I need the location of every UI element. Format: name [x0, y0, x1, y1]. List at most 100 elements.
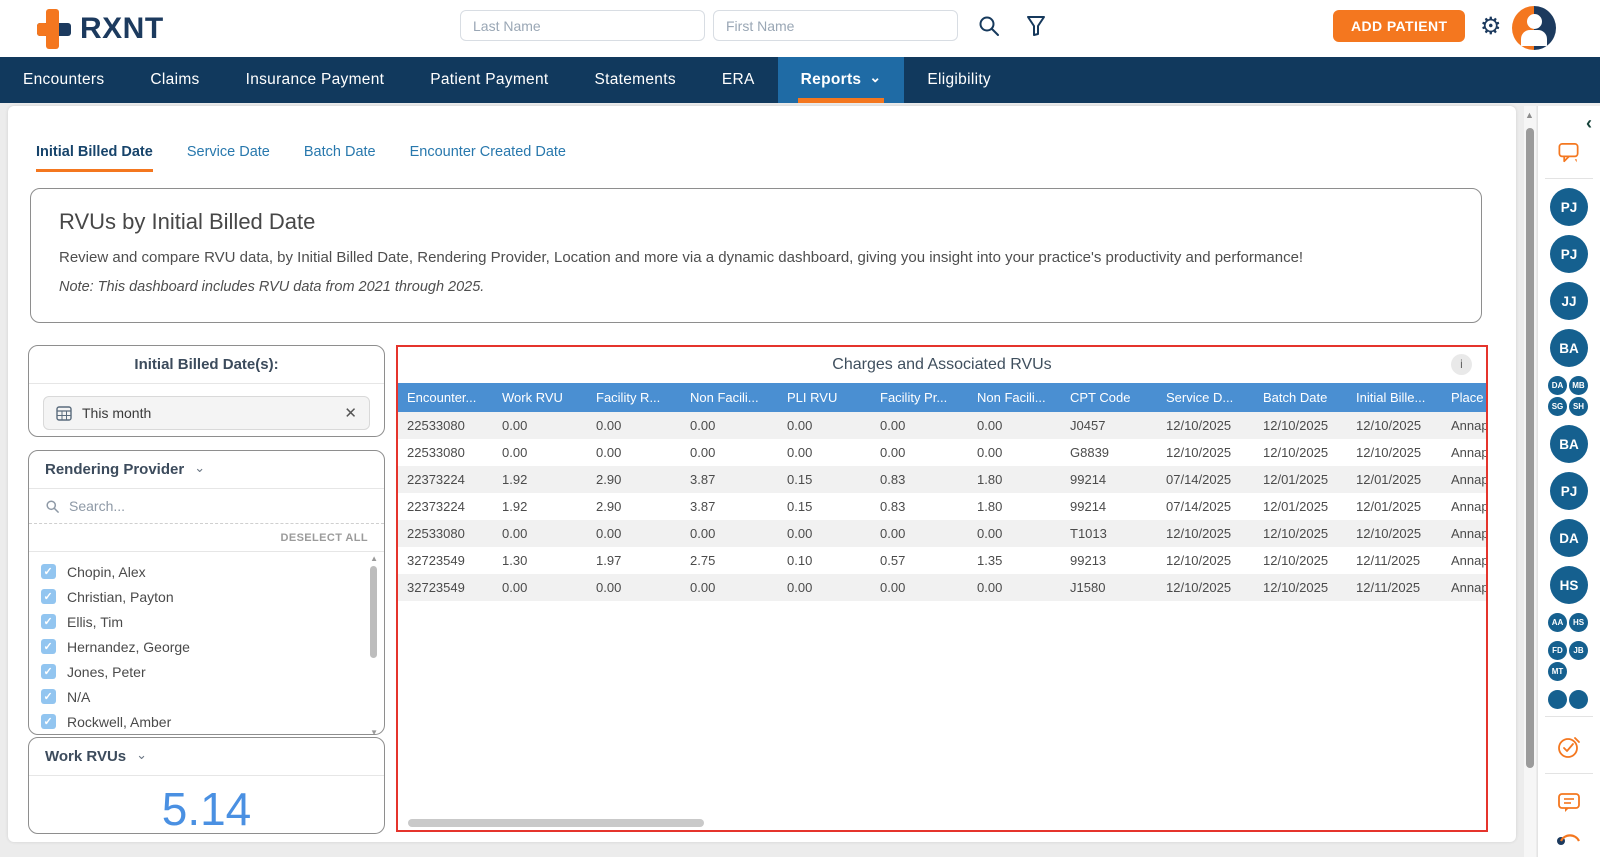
provider-list-item[interactable]: Hernandez, George [41, 634, 372, 659]
avatar[interactable]: BA [1550, 329, 1588, 367]
divider [1545, 773, 1593, 774]
provider-list-item[interactable]: Rockwell, Amber [41, 709, 372, 734]
nav-item-claims[interactable]: Claims [127, 57, 222, 103]
table-row[interactable]: 225330800.000.000.000.000.000.00T101312/… [398, 520, 1486, 547]
nav-item-patient-payment[interactable]: Patient Payment [407, 57, 571, 103]
avatar[interactable]: MB [1569, 376, 1588, 395]
chat-bubbles-icon[interactable] [1556, 142, 1582, 165]
tab-encounter-created-date[interactable]: Encounter Created Date [410, 144, 566, 172]
column-header[interactable]: Service D... [1157, 383, 1254, 412]
provider-name: Jones, Peter [67, 664, 146, 680]
date-range-chip[interactable]: This month ✕ [43, 396, 370, 430]
avatar[interactable]: DA [1548, 376, 1567, 395]
avatar[interactable]: PJ [1550, 235, 1588, 273]
checkbox-checked-icon[interactable] [41, 689, 56, 704]
tab-batch-date[interactable]: Batch Date [304, 144, 376, 172]
avatar[interactable]: HS [1569, 613, 1588, 632]
checkbox-checked-icon[interactable] [41, 589, 56, 604]
collapse-chevron-icon[interactable]: ‹ [1586, 114, 1592, 132]
avatar[interactable]: MT [1548, 662, 1567, 681]
column-header[interactable]: Batch Date [1254, 383, 1347, 412]
column-header[interactable]: Non Facili... [681, 383, 778, 412]
provider-name: Hernandez, George [67, 639, 190, 655]
avatar[interactable]: PJ [1550, 188, 1588, 226]
gear-icon[interactable]: ⚙ [1480, 12, 1502, 42]
nav-item-eligibility[interactable]: Eligibility [904, 57, 1014, 103]
avatar[interactable]: PJ [1550, 472, 1588, 510]
provider-list-item[interactable]: Ellis, Tim [41, 609, 372, 634]
check-circle-icon[interactable] [1556, 734, 1582, 760]
avatar[interactable]: DA [1550, 519, 1588, 557]
chevron-down-icon[interactable]: ⌄ [136, 747, 147, 763]
headset-icon[interactable] [1555, 831, 1583, 851]
column-header[interactable]: Facility Pr... [871, 383, 968, 412]
rxnt-logo[interactable]: RXNT [30, 6, 164, 52]
nav-item-reports[interactable]: Reports⌄ [778, 57, 905, 103]
message-icon[interactable] [1556, 791, 1582, 815]
chevron-down-icon[interactable]: ⌄ [194, 460, 205, 476]
scroll-down-icon[interactable]: ▼ [370, 728, 378, 735]
report-description-card: RVUs by Initial Billed Date Review and c… [30, 188, 1482, 323]
checkbox-checked-icon[interactable] [41, 664, 56, 679]
nav-item-era[interactable]: ERA [699, 57, 778, 103]
checkbox-checked-icon[interactable] [41, 714, 56, 729]
table-cell: 0.00 [871, 439, 968, 466]
avatar[interactable]: BA [1550, 425, 1588, 463]
provider-search-input[interactable] [69, 498, 309, 514]
last-name-input[interactable] [460, 10, 705, 41]
column-header[interactable]: Initial Bille... [1347, 383, 1442, 412]
nav-item-statements[interactable]: Statements [571, 57, 698, 103]
horizontal-scrollbar-thumb[interactable] [408, 819, 704, 827]
column-header[interactable]: Work RVU [493, 383, 587, 412]
table-header-row: Encounter...Work RVUFacility R...Non Fac… [398, 383, 1486, 412]
avatar[interactable]: JJ [1550, 282, 1588, 320]
avatar[interactable]: SH [1569, 397, 1588, 416]
table-row[interactable]: 223732241.922.903.870.150.831.809921407/… [398, 466, 1486, 493]
table-cell: 0.15 [778, 466, 871, 493]
table-row[interactable]: 327235490.000.000.000.000.000.00J158012/… [398, 574, 1486, 601]
column-header[interactable]: Non Facili... [968, 383, 1061, 412]
search-icon[interactable] [977, 14, 1001, 38]
scroll-up-icon[interactable]: ▲ [1525, 110, 1534, 120]
scroll-up-icon[interactable]: ▲ [370, 554, 378, 563]
column-header[interactable]: PLI RVU [778, 383, 871, 412]
deselect-all-button[interactable]: DESELECT ALL [280, 532, 368, 544]
table-row[interactable]: 223732241.922.903.870.150.831.809921407/… [398, 493, 1486, 520]
provider-list-item[interactable]: Chopin, Alex [41, 559, 372, 584]
user-avatar[interactable] [1512, 6, 1556, 50]
table-cell: 0.00 [871, 520, 968, 547]
nav-item-label: ERA [722, 71, 755, 89]
checkbox-checked-icon[interactable] [41, 639, 56, 654]
checkbox-checked-icon[interactable] [41, 564, 56, 579]
avatar[interactable] [1569, 690, 1588, 709]
checkbox-checked-icon[interactable] [41, 614, 56, 629]
provider-list-item[interactable]: Christian, Payton [41, 584, 372, 609]
table-row[interactable]: 225330800.000.000.000.000.000.00G883912/… [398, 439, 1486, 466]
table-cell: 22533080 [398, 439, 493, 466]
filter-icon[interactable] [1024, 14, 1048, 38]
table-row[interactable]: 327235491.301.972.750.100.571.359921312/… [398, 547, 1486, 574]
vertical-scrollbar-thumb[interactable] [1526, 128, 1534, 768]
avatar[interactable] [1548, 690, 1567, 709]
avatar[interactable]: FD [1548, 641, 1567, 660]
nav-item-encounters[interactable]: Encounters [0, 57, 127, 103]
column-header[interactable]: Place [1442, 383, 1522, 412]
avatar[interactable]: JB [1569, 641, 1588, 660]
tab-service-date[interactable]: Service Date [187, 144, 270, 172]
column-header[interactable]: Encounter... [398, 383, 493, 412]
tab-initial-billed-date[interactable]: Initial Billed Date [36, 144, 153, 172]
provider-list-item[interactable]: Jones, Peter [41, 659, 372, 684]
close-icon[interactable]: ✕ [344, 404, 357, 422]
nav-item-insurance-payment[interactable]: Insurance Payment [223, 57, 408, 103]
provider-list-scrollbar[interactable] [370, 566, 377, 658]
add-patient-button[interactable]: ADD PATIENT [1333, 10, 1465, 42]
info-icon[interactable]: i [1451, 354, 1472, 375]
provider-list-item[interactable]: N/A [41, 684, 372, 709]
column-header[interactable]: CPT Code [1061, 383, 1157, 412]
avatar[interactable]: SG [1548, 397, 1567, 416]
avatar[interactable]: HS [1550, 566, 1588, 604]
column-header[interactable]: Facility R... [587, 383, 681, 412]
table-row[interactable]: 225330800.000.000.000.000.000.00J045712/… [398, 412, 1486, 439]
avatar[interactable]: AA [1548, 613, 1567, 632]
first-name-input[interactable] [713, 10, 958, 41]
